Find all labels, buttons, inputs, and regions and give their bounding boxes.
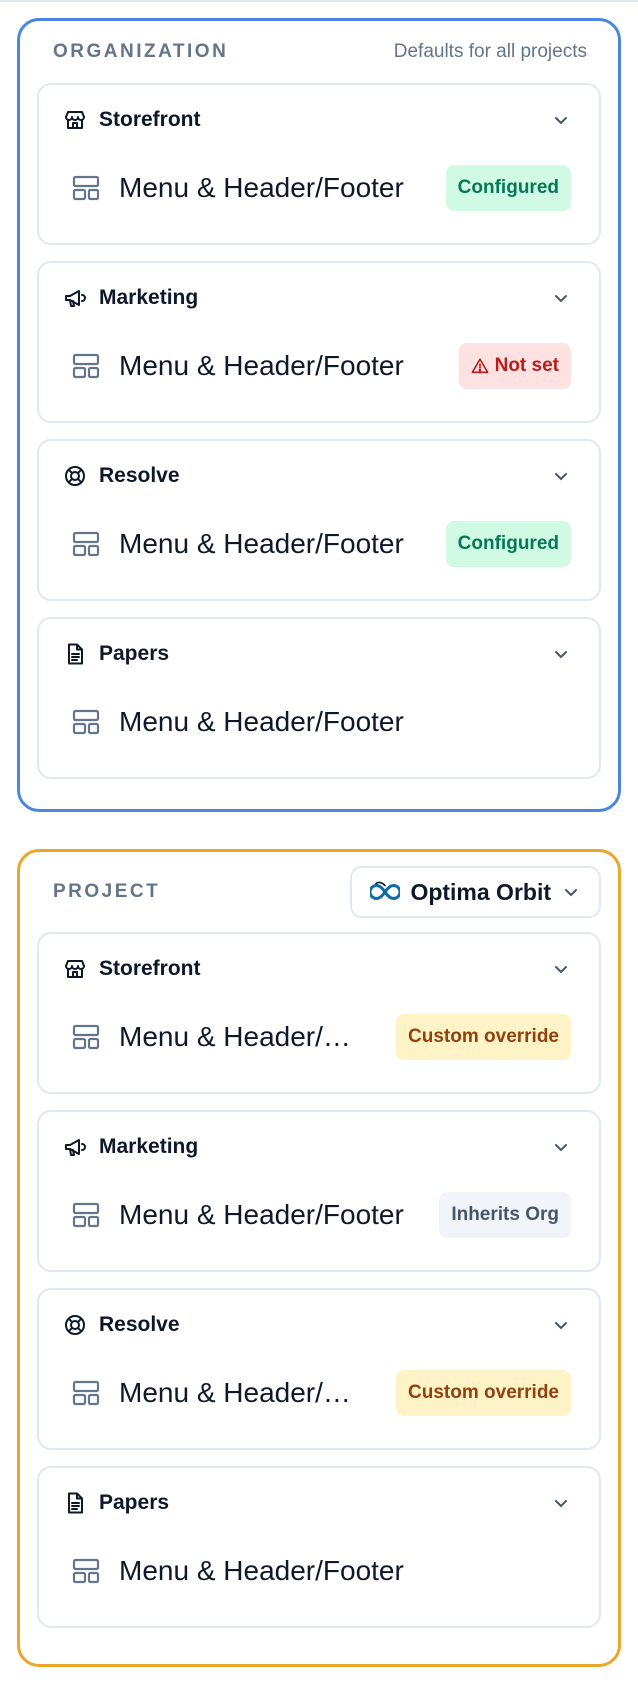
store-icon xyxy=(63,957,87,981)
item-label: Menu & Header/Footer xyxy=(119,350,404,381)
top-divider xyxy=(0,0,638,2)
card-header[interactable]: Papers xyxy=(63,619,571,689)
org-card-resolve: Resolve Menu & Header/Footer Configured xyxy=(37,439,601,601)
status-badge: Custom override xyxy=(396,1370,571,1416)
chevron-down-icon[interactable] xyxy=(551,644,571,664)
card-header[interactable]: Storefront xyxy=(63,85,571,155)
card-header[interactable]: Resolve xyxy=(63,1290,571,1360)
organization-panel: ORGANIZATION Defaults for all projects S… xyxy=(17,18,621,812)
card-title: Papers xyxy=(99,642,170,665)
status-badge: Inherits Org xyxy=(439,1192,571,1238)
proj-card-marketing: Marketing Menu & Header/Footer Inherits … xyxy=(37,1110,601,1272)
chevron-down-icon[interactable] xyxy=(551,1315,571,1335)
layout-icon xyxy=(71,173,101,203)
status-badge: Not set xyxy=(458,343,571,389)
chevron-down-icon xyxy=(561,882,581,902)
document-icon xyxy=(63,1491,87,1515)
project-cards: Storefront Menu & Header/… Custom overri… xyxy=(37,932,601,1628)
lifebuoy-icon xyxy=(63,1313,87,1337)
card-header[interactable]: Resolve xyxy=(63,441,571,511)
card-header[interactable]: Storefront xyxy=(63,934,571,1004)
card-title: Storefront xyxy=(99,957,201,980)
card-item-row[interactable]: Menu & Header/Footer Not set xyxy=(63,333,571,421)
chevron-down-icon[interactable] xyxy=(551,288,571,308)
chevron-down-icon[interactable] xyxy=(551,1137,571,1157)
store-icon xyxy=(63,108,87,132)
project-header: PROJECT Optima Orbit xyxy=(37,852,601,932)
project-selector[interactable]: Optima Orbit xyxy=(350,866,601,918)
document-icon xyxy=(63,642,87,666)
layout-icon xyxy=(71,1556,101,1586)
layout-icon xyxy=(71,529,101,559)
card-header[interactable]: Papers xyxy=(63,1468,571,1538)
card-header[interactable]: Marketing xyxy=(63,1112,571,1182)
item-label: Menu & Header/Footer xyxy=(119,1199,404,1230)
card-header[interactable]: Marketing xyxy=(63,263,571,333)
project-selector-label: Optima Orbit xyxy=(410,878,551,905)
megaphone-icon xyxy=(63,1135,87,1159)
card-item-row[interactable]: Menu & Header/… Custom override xyxy=(63,1360,571,1448)
proj-card-papers: Papers Menu & Header/Footer xyxy=(37,1466,601,1628)
card-item-row[interactable]: Menu & Header/Footer xyxy=(63,1538,571,1626)
layout-icon xyxy=(71,1378,101,1408)
status-badge: Configured xyxy=(445,165,571,211)
status-badge: Custom override xyxy=(396,1014,571,1060)
project-panel: PROJECT Optima Orbit Storefront Menu & H… xyxy=(17,849,621,1667)
warning-icon xyxy=(471,357,489,375)
card-item-row[interactable]: Menu & Header/Footer Configured xyxy=(63,511,571,599)
item-label: Menu & Header/… xyxy=(119,1377,351,1408)
proj-card-storefront: Storefront Menu & Header/… Custom overri… xyxy=(37,932,601,1094)
layout-icon xyxy=(71,1200,101,1230)
organization-note: Defaults for all projects xyxy=(393,41,587,62)
card-item-row[interactable]: Menu & Header/Footer Inherits Org xyxy=(63,1182,571,1270)
lifebuoy-icon xyxy=(63,464,87,488)
card-item-row[interactable]: Menu & Header/… Custom override xyxy=(63,1004,571,1092)
organization-cards: Storefront Menu & Header/Footer Configur… xyxy=(37,83,601,779)
organization-header: ORGANIZATION Defaults for all projects xyxy=(37,21,601,83)
project-title: PROJECT xyxy=(53,881,161,902)
item-label: Menu & Header/Footer xyxy=(119,528,404,559)
card-title: Marketing xyxy=(99,1135,199,1158)
layout-icon xyxy=(71,707,101,737)
org-card-papers: Papers Menu & Header/Footer xyxy=(37,617,601,779)
layout-icon xyxy=(71,1022,101,1052)
item-label: Menu & Header/Footer xyxy=(119,706,404,737)
org-card-storefront: Storefront Menu & Header/Footer Configur… xyxy=(37,83,601,245)
megaphone-icon xyxy=(63,286,87,310)
status-badge: Configured xyxy=(445,521,571,567)
chevron-down-icon[interactable] xyxy=(551,110,571,130)
infinity-logo-icon xyxy=(370,880,401,904)
card-item-row[interactable]: Menu & Header/Footer Configured xyxy=(63,155,571,243)
card-title: Storefront xyxy=(99,108,201,131)
chevron-down-icon[interactable] xyxy=(551,959,571,979)
layout-icon xyxy=(71,351,101,381)
item-label: Menu & Header/… xyxy=(119,1021,351,1052)
card-title: Resolve xyxy=(99,464,180,487)
organization-title: ORGANIZATION xyxy=(53,41,229,62)
proj-card-resolve: Resolve Menu & Header/… Custom override xyxy=(37,1288,601,1450)
card-item-row[interactable]: Menu & Header/Footer xyxy=(63,689,571,777)
item-label: Menu & Header/Footer xyxy=(119,1555,404,1586)
card-title: Resolve xyxy=(99,1313,180,1336)
org-card-marketing: Marketing Menu & Header/Footer Not set xyxy=(37,261,601,423)
card-title: Papers xyxy=(99,1491,170,1514)
chevron-down-icon[interactable] xyxy=(551,466,571,486)
status-badge-label: Not set xyxy=(494,355,559,376)
card-title: Marketing xyxy=(99,286,199,309)
chevron-down-icon[interactable] xyxy=(551,1493,571,1513)
item-label: Menu & Header/Footer xyxy=(119,172,404,203)
